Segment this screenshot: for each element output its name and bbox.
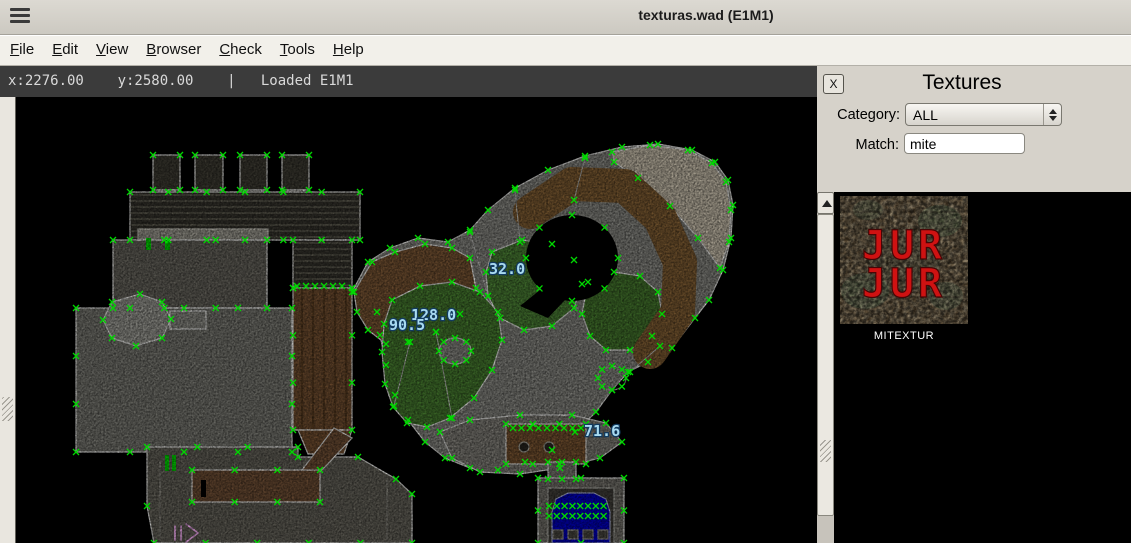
browser-scrollbar[interactable]	[817, 192, 834, 543]
match-label: Match:	[817, 137, 899, 153]
texture-name: MITEXTUR	[840, 330, 968, 342]
scroll-up-button[interactable]	[817, 192, 834, 214]
title-bar: texturas.wad (E1M1)	[0, 0, 1131, 35]
map-vertical-scrollbar[interactable]	[0, 97, 16, 543]
scrollbar-grip	[820, 440, 831, 462]
window-title: texturas.wad (E1M1)	[638, 7, 773, 23]
menu-bar: FileEditViewBrowserCheckToolsHelp	[0, 35, 1131, 66]
map-label: 32.0	[489, 260, 525, 278]
map-area: 32.0128.090.571.6	[0, 97, 817, 543]
scrollbar-thumb[interactable]	[817, 214, 834, 516]
scrollbar-grip[interactable]	[2, 397, 13, 421]
map-canvas[interactable]: 32.0128.090.571.6	[16, 97, 817, 543]
menu-tools[interactable]: Tools	[271, 36, 324, 64]
map-label: 71.6	[584, 422, 620, 440]
menu-edit[interactable]: Edit	[43, 36, 87, 64]
menu-view[interactable]: View	[87, 36, 137, 64]
panel-title: Textures	[817, 71, 1107, 95]
category-value: ALL	[913, 105, 938, 125]
menu-check[interactable]: Check	[210, 36, 271, 64]
up-arrow-icon	[822, 200, 832, 207]
map-label: 90.5	[389, 316, 425, 334]
menu-help[interactable]: Help	[324, 36, 373, 64]
menu-browser[interactable]: Browser	[137, 36, 210, 64]
texture-overlay-text-2: JUR	[862, 261, 946, 307]
texture-browser-panel: X Textures Category: ALL Match:	[817, 66, 1131, 543]
hamburger-menu-icon[interactable]	[10, 8, 30, 25]
status-bar: x:2276.00 y:2580.00 | Loaded E1M1	[0, 66, 817, 97]
choice-arrows-icon	[1043, 104, 1061, 125]
texture-tile[interactable]: JUR JUR	[840, 196, 968, 324]
application-window: texturas.wad (E1M1) FileEditViewBrowserC…	[0, 0, 1131, 543]
category-select[interactable]: ALL	[905, 103, 1062, 126]
menu-file[interactable]: File	[1, 36, 43, 64]
scrollbar-track[interactable]	[817, 516, 834, 543]
match-input[interactable]	[904, 133, 1025, 154]
category-label: Category:	[817, 107, 900, 123]
status-text: x:2276.00 y:2580.00 | Loaded E1M1	[0, 66, 817, 97]
texture-list[interactable]: JUR JUR MITEXTUR	[834, 192, 1131, 543]
